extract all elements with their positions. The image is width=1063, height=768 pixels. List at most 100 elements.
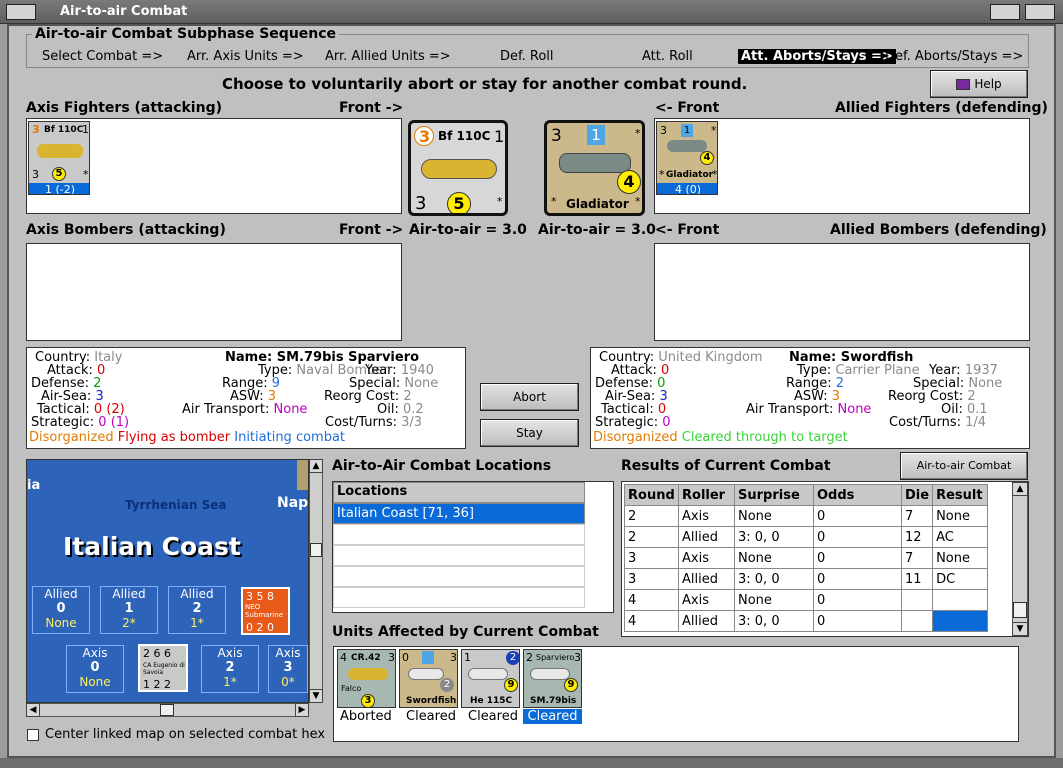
locations-title: Air-to-Air Combat Locations xyxy=(332,458,552,474)
close-button[interactable] xyxy=(1025,4,1055,20)
counter-top-right: 3 xyxy=(574,651,581,664)
table-row[interactable]: 2 Axis None 0 7 None xyxy=(624,505,989,527)
affected-unit-counter-selected[interactable]: 2 Sparviero 3 9 SM.79bis xyxy=(523,649,582,708)
hex-num: 2 xyxy=(192,601,202,616)
affected-unit-counter[interactable]: 0 3 2 Swordfish xyxy=(399,649,458,708)
map-vertical-scrollbar[interactable] xyxy=(309,459,323,703)
combat-chart-button[interactable]: Air-to-air Combat Chart xyxy=(900,452,1028,498)
map-hscroll-thumb[interactable] xyxy=(160,704,174,716)
transport-value: None xyxy=(273,402,308,417)
submarine-counter[interactable]: 3 5 8 NEO Submarine 0 2 0 xyxy=(241,587,290,635)
status-initiating: Initiating combat xyxy=(234,430,346,445)
step-select-combat: Select Combat => xyxy=(42,49,164,64)
counter-top-left: 1 xyxy=(464,651,471,664)
cell: Axis xyxy=(678,547,735,569)
scroll-right-icon[interactable]: ▶ xyxy=(295,703,309,717)
affected-unit-counter[interactable]: 4 CR.42 3 Falco 3 xyxy=(337,649,396,708)
axis-bombers-front: Front -> xyxy=(339,222,404,238)
help-button[interactable]: Help xyxy=(930,70,1028,98)
counter-badge: 1 xyxy=(681,124,693,137)
results-scroll-down-icon[interactable]: ▼ xyxy=(1012,622,1028,636)
allied-fighters-front: <- Front xyxy=(655,100,720,116)
cell: 11 xyxy=(900,568,934,590)
cell: 0 xyxy=(813,547,902,569)
status-disorganized: Disorganized xyxy=(29,430,114,445)
allied-fighter-counter[interactable]: 3 1 * 4 * Gladiator * 4 (0) xyxy=(656,121,718,195)
allied-hex-0[interactable]: Allied 0 None xyxy=(32,586,90,634)
axis-hex-0[interactable]: Axis 0 None xyxy=(66,645,124,693)
center-map-checkbox[interactable] xyxy=(27,729,39,741)
minimize-button[interactable] xyxy=(990,4,1020,20)
counter-bottom: 2 xyxy=(440,678,454,692)
window-menu-button[interactable] xyxy=(6,4,36,20)
step-arr-allied: Arr. Allied Units => xyxy=(325,49,451,64)
map-region-label: Italian Coast xyxy=(63,532,241,561)
counter-top-right: 2 xyxy=(506,651,519,665)
map-vscroll-thumb[interactable] xyxy=(310,543,322,557)
cell: Allied xyxy=(678,526,735,548)
hex-num: 1 xyxy=(124,601,134,616)
locations-list[interactable]: Locations Italian Coast [71, 36] xyxy=(332,481,614,613)
scroll-down-icon[interactable]: ▼ xyxy=(309,689,323,703)
allied-selected-counter[interactable]: 3 1 * 4 * Gladiator * xyxy=(544,120,645,216)
plane-icon xyxy=(37,144,83,158)
axis-hex-2[interactable]: Axis 3 0* xyxy=(268,645,308,693)
allied-air-to-air-value: Air-to-air = 3.0 xyxy=(538,222,656,238)
counter-sub: Falco xyxy=(341,684,362,693)
plane-icon xyxy=(421,159,497,179)
plane-icon xyxy=(667,140,707,152)
allied-bombers-box[interactable] xyxy=(654,243,1030,341)
hex-num: 0 xyxy=(90,660,100,675)
table-row[interactable]: 4 Allied 3: 0, 00 xyxy=(624,610,989,632)
strategic-value: 0 xyxy=(662,415,671,430)
transport-label: Air Transport: xyxy=(746,402,834,417)
table-row[interactable]: 3 Allied 3: 0, 0 0 11 DC xyxy=(624,568,989,590)
location-empty-row xyxy=(333,587,585,608)
cell: None xyxy=(734,505,814,527)
ship-counter[interactable]: 5 2 6 6 CA Eugenio di Savoia 1 2 2 xyxy=(138,644,188,692)
allied-hex-1[interactable]: Allied 1 2* xyxy=(100,586,158,634)
allied-hex-2[interactable]: Allied 2 1* xyxy=(168,586,226,634)
results-scroll-up-icon[interactable]: ▲ xyxy=(1012,482,1028,496)
cell: 2 xyxy=(624,505,679,527)
map-edge-right-label: Nap xyxy=(277,495,309,511)
big-range: 4 xyxy=(617,170,641,194)
scroll-left-icon[interactable]: ◀ xyxy=(26,703,40,717)
axis-fighter-counter[interactable]: 3 Bf 110C 1 3 5 * 1 (-2) xyxy=(28,121,90,195)
cell: 3: 0, 0 xyxy=(734,568,814,590)
table-row[interactable]: 4 Axis None 0 xyxy=(624,589,989,611)
cell: 0 xyxy=(813,505,902,527)
cell xyxy=(932,589,989,611)
table-row[interactable]: 2 Allied 3: 0, 0 0 12 AC xyxy=(624,526,989,548)
axis-hex-1[interactable]: Axis 2 1* xyxy=(201,645,259,693)
badge-icon xyxy=(422,651,434,664)
center-map-label: Center linked map on selected combat hex xyxy=(45,727,326,742)
location-item[interactable]: Italian Coast [71, 36] xyxy=(333,503,585,524)
col-die: Die xyxy=(900,484,934,506)
table-row[interactable]: 3 Axis None 0 7 None xyxy=(624,547,989,569)
counter-star-right: * xyxy=(712,168,718,181)
axis-selected-counter[interactable]: 3 Bf 110C 1 3 5 * xyxy=(408,120,508,216)
affected-status: Cleared xyxy=(468,709,518,724)
axis-bombers-box[interactable] xyxy=(26,243,402,341)
step-def-roll: Def. Roll xyxy=(500,49,554,64)
scroll-up-icon[interactable]: ▲ xyxy=(309,459,323,473)
results-scroll-thumb[interactable] xyxy=(1013,602,1027,618)
plane-icon xyxy=(559,153,631,173)
affected-unit-counter[interactable]: 1 2 9 He 115C xyxy=(461,649,520,708)
plane-icon xyxy=(530,668,570,680)
big-star-left: * xyxy=(551,195,557,208)
big-def: 3 xyxy=(551,126,562,146)
hex-label: Allied xyxy=(44,587,78,601)
counter-name: Gladiator xyxy=(666,170,714,180)
axis-air-to-air-value: Air-to-air = 3.0 xyxy=(409,222,527,238)
results-table: Round Roller Surprise Odds Die Result 2A… xyxy=(624,484,989,632)
big-badge: 1 xyxy=(587,125,605,145)
stay-button[interactable]: Stay xyxy=(480,419,579,447)
big-range: 5 xyxy=(447,192,471,213)
counter-bottom: 9 xyxy=(564,678,578,692)
cell-selected[interactable] xyxy=(932,610,989,632)
counter-def: 3 xyxy=(660,124,667,137)
abort-button[interactable]: Abort xyxy=(480,383,579,411)
big-star-right: * xyxy=(635,195,641,208)
